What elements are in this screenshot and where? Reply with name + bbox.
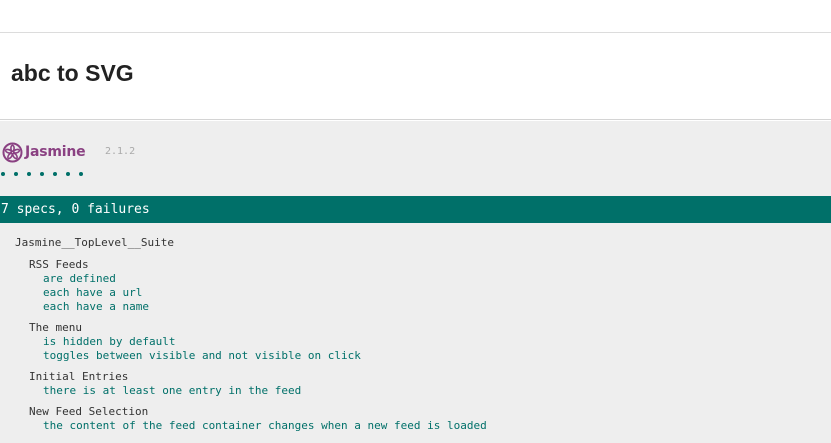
passed-spec-symbol[interactable] <box>65 169 78 179</box>
spec-each-have-a-name[interactable]: each have a name <box>43 300 149 314</box>
passed-spec-symbol[interactable] <box>0 169 13 179</box>
jasmine-brand: Jasmine <box>25 144 86 160</box>
spec-are-defined[interactable]: are defined <box>43 272 116 286</box>
top-bar <box>0 0 831 33</box>
page-title: abc to SVG <box>11 60 134 86</box>
suite-rss-feeds[interactable]: RSS Feeds <box>29 258 89 272</box>
result-summary: 7 specs, 0 failures <box>1 202 150 217</box>
jasmine-flower-icon <box>2 142 23 162</box>
top-level-suite[interactable]: Jasmine__TopLevel__Suite <box>15 236 174 250</box>
suite-initial-entries[interactable]: Initial Entries <box>29 370 128 384</box>
suite-new-feed-selection[interactable]: New Feed Selection <box>29 405 148 419</box>
passed-spec-symbol[interactable] <box>39 169 52 179</box>
symbol-summary <box>0 169 91 179</box>
jasmine-version: 2.1.2 <box>105 146 136 157</box>
spec-at-least-one-entry[interactable]: there is at least one entry in the feed <box>43 384 301 398</box>
suite-the-menu[interactable]: The menu <box>29 321 82 335</box>
spec-content-changes[interactable]: the content of the feed container change… <box>43 419 487 433</box>
spec-is-hidden-by-default[interactable]: is hidden by default <box>43 335 175 349</box>
result-bar: 7 specs, 0 failures <box>0 196 831 223</box>
passed-spec-symbol[interactable] <box>78 169 91 179</box>
jasmine-logo[interactable]: Jasmine <box>2 141 86 163</box>
jasmine-reporter: Jasmine 2.1.2 7 specs, 0 failures Jasmin… <box>0 121 831 443</box>
spec-each-have-a-url[interactable]: each have a url <box>43 286 142 300</box>
passed-spec-symbol[interactable] <box>26 169 39 179</box>
app-header: abc to SVG <box>0 34 831 120</box>
passed-spec-symbol[interactable] <box>13 169 26 179</box>
spec-toggles-visibility[interactable]: toggles between visible and not visible … <box>43 349 361 363</box>
passed-spec-symbol[interactable] <box>52 169 65 179</box>
